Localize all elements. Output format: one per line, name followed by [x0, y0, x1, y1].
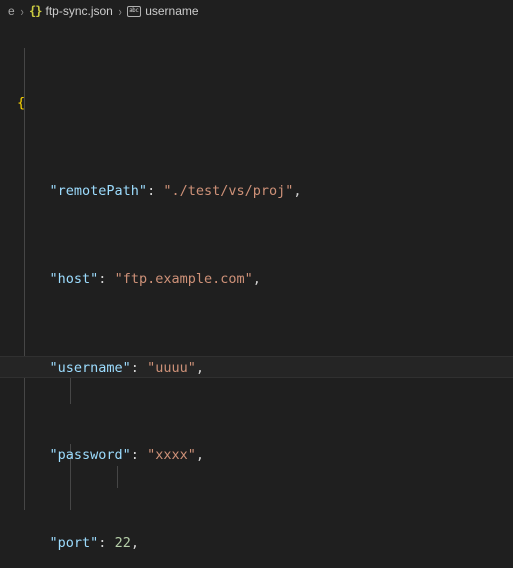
comma: , [195, 360, 204, 376]
key-remotePath: "remotePath" [49, 183, 148, 199]
root-open-brace: { [17, 95, 26, 111]
code-line-3[interactable]: "host": "ftp.example.com", [0, 268, 513, 290]
code-content[interactable]: { "remotePath": "./test/vs/proj", "host"… [0, 22, 513, 568]
breadcrumb-file-label: ftp-sync.json [45, 4, 113, 18]
value-username: "uuuu" [147, 360, 196, 376]
code-line-1[interactable]: { [0, 92, 513, 114]
code-editor[interactable]: { "remotePath": "./test/vs/proj", "host"… [0, 22, 513, 568]
value-remotePath: "./test/vs/proj" [163, 183, 294, 199]
string-symbol-icon-text: abc [129, 7, 140, 14]
breadcrumb-item-file[interactable]: {} ftp-sync.json [27, 4, 115, 18]
key-host: "host" [49, 271, 99, 287]
string-symbol-icon: abc [127, 5, 142, 17]
colon: : [130, 360, 139, 376]
chevron-right-icon: › [118, 3, 122, 19]
comma: , [130, 535, 139, 551]
colon: : [147, 183, 156, 199]
colon: : [98, 271, 107, 287]
code-line-2[interactable]: "remotePath": "./test/vs/proj", [0, 180, 513, 202]
breadcrumb: e › {} ftp-sync.json › abc username [0, 0, 513, 22]
key-port: "port" [49, 535, 99, 551]
colon: : [98, 535, 107, 551]
code-line-5[interactable]: "password": "xxxx", [0, 444, 513, 466]
key-password: "password" [49, 447, 131, 463]
comma: , [195, 447, 204, 463]
breadcrumb-item-symbol[interactable]: abc username [125, 4, 200, 18]
breadcrumb-folder-label: e [8, 4, 15, 18]
value-password: "xxxx" [147, 447, 196, 463]
key-username: "username" [49, 360, 131, 376]
comma: , [252, 271, 261, 287]
breadcrumb-symbol-label: username [145, 4, 199, 18]
code-line-6[interactable]: "port": 22, [0, 532, 513, 554]
json-file-icon: {} [29, 4, 42, 18]
value-host: "ftp.example.com" [114, 271, 253, 287]
comma: , [293, 183, 302, 199]
chevron-right-icon: › [20, 3, 24, 19]
breadcrumb-item-folder[interactable]: e [6, 4, 17, 18]
code-line-4-active[interactable]: "username": "uuuu", [0, 356, 513, 378]
value-port: 22 [114, 535, 131, 551]
colon: : [130, 447, 139, 463]
